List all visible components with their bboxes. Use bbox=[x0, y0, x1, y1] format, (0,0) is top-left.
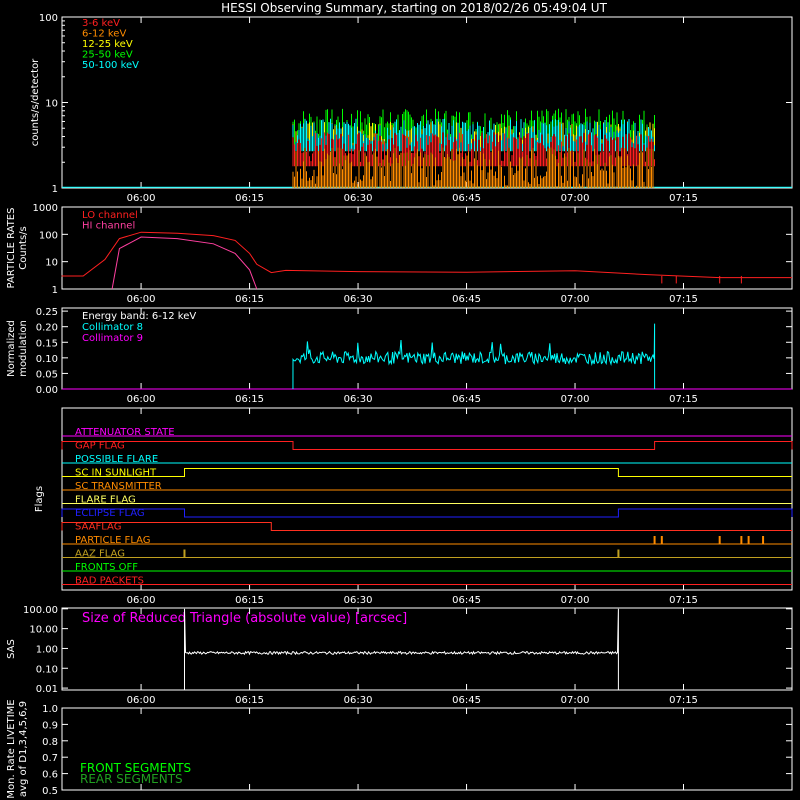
count-rates-legend-0: 3-6 keV bbox=[82, 18, 120, 29]
count-rates-xtick-label: 06:15 bbox=[235, 193, 264, 204]
flags-xtick-label: 06:45 bbox=[452, 595, 481, 606]
particle-rates-ytick-label: 10 bbox=[45, 258, 58, 269]
flags-xtick-label: 06:15 bbox=[235, 595, 264, 606]
sas-ytick-label: 0.10 bbox=[36, 664, 58, 675]
modulation-xtick-label: 07:00 bbox=[561, 394, 590, 405]
modulation-ylabel-1: Normalized bbox=[6, 320, 17, 377]
modulation-ytick-label: 0.20 bbox=[36, 323, 58, 334]
flags-xtick-label: 06:00 bbox=[127, 595, 156, 606]
sas-ytick-label: 0.01 bbox=[36, 684, 58, 695]
flags-xtick-label: 07:00 bbox=[561, 595, 590, 606]
particle-rates-xtick-label: 07:15 bbox=[669, 294, 698, 305]
modulation-legend-2: Collimator 9 bbox=[82, 333, 143, 344]
flag-label-6: ECLIPSE FLAG bbox=[75, 508, 145, 519]
particle-rates-xtick-label: 06:15 bbox=[235, 294, 264, 305]
flag-line-3 bbox=[62, 468, 792, 477]
count-rates-ytick-label: 10 bbox=[45, 99, 58, 110]
sas-ytick-label: 100.00 bbox=[23, 605, 58, 616]
livetime-ytick-label: 0.9 bbox=[42, 720, 58, 731]
page-title: HESSI Observing Summary, starting on 201… bbox=[221, 1, 607, 15]
particle-rates-frame bbox=[61, 206, 793, 290]
modulation-ytick-label: 0.00 bbox=[36, 385, 58, 396]
count-rates-legend-4: 50-100 keV bbox=[82, 60, 139, 71]
modulation-xtick-label: 06:45 bbox=[452, 394, 481, 405]
modulation-ytick-label: 0.15 bbox=[36, 338, 58, 349]
sas-xtick-label: 07:00 bbox=[561, 695, 590, 706]
flag-label-7: SAAFLAG bbox=[75, 522, 121, 533]
count-rates-legend-3: 25-50 keV bbox=[82, 50, 133, 61]
livetime-ytick-label: 0.7 bbox=[42, 753, 58, 764]
flags-xtick-label: 07:15 bbox=[669, 595, 698, 606]
sas-xtick-label: 06:00 bbox=[127, 695, 156, 706]
particle-rates-line-hi bbox=[111, 236, 258, 290]
modulation-legend-0: Energy band: 6-12 keV bbox=[82, 311, 196, 322]
particle-rates-xtick-label: 06:30 bbox=[344, 294, 373, 305]
modulation-ytick-label: 0.10 bbox=[36, 354, 58, 365]
particle-rates-ylabel-1: PARTICLE RATES bbox=[6, 208, 17, 289]
livetime-ytick-label: 0.6 bbox=[42, 770, 58, 781]
sas-annotation: Size of Reduced Triangle (absolute value… bbox=[82, 611, 407, 626]
count-rates-ytick-label: 1 bbox=[52, 184, 58, 195]
count-rates-legend-2: 12-25 keV bbox=[82, 39, 133, 50]
sas-ytick-label: 10.00 bbox=[29, 625, 58, 636]
flag-line-7 bbox=[61, 522, 792, 531]
sas-xtick-label: 06:15 bbox=[235, 695, 264, 706]
particle-rates-xtick-label: 06:00 bbox=[127, 294, 156, 305]
modulation-xtick-label: 07:15 bbox=[669, 394, 698, 405]
modulation-ytick-label: 0.05 bbox=[36, 369, 58, 380]
livetime-ytick-label: 0.5 bbox=[42, 786, 58, 797]
modulation-ytick-label: 0.25 bbox=[36, 307, 58, 318]
flag-line-1 bbox=[61, 441, 793, 450]
count-rates-ylabel: counts/s/detector bbox=[30, 58, 41, 146]
sas-xtick-label: 06:45 bbox=[452, 695, 481, 706]
count-rates-xtick-label: 07:00 bbox=[561, 193, 590, 204]
particle-rates-xtick-label: 06:45 bbox=[452, 294, 481, 305]
modulation-legend-1: Collimator 8 bbox=[82, 322, 143, 333]
livetime-ylabel-2: avg of D1,3,4,5,6,9 bbox=[18, 701, 29, 797]
particle-rates-ylabel-2: Counts/s bbox=[18, 226, 29, 270]
particle-rates-ytick-label: 100 bbox=[39, 230, 58, 241]
hessi-summary-plot: HESSI Observing Summary, starting on 201… bbox=[6, 1, 793, 799]
particle-rates-line-lo bbox=[61, 231, 792, 279]
count-rates-xtick-label: 07:15 bbox=[669, 193, 698, 204]
hessi-summary-page: HESSI Observing Summary, starting on 201… bbox=[0, 0, 800, 800]
sas-xtick-label: 06:30 bbox=[344, 695, 373, 706]
particle-rates-ytick-label: 1000 bbox=[33, 203, 58, 214]
sas-ytick-label: 1.00 bbox=[36, 644, 58, 655]
flags-ylabel: Flags bbox=[34, 486, 45, 512]
particle-rates-legend-1: HI channel bbox=[82, 221, 135, 232]
count-rates-legend-1: 6-12 keV bbox=[82, 29, 126, 40]
particle-rates-legend-0: LO channel bbox=[82, 210, 138, 221]
count-rates-xtick-label: 06:30 bbox=[344, 193, 373, 204]
count-rates-xtick-label: 06:45 bbox=[452, 193, 481, 204]
flag-line-6 bbox=[61, 508, 793, 518]
modulation-ylabel-2: modulation bbox=[18, 320, 29, 377]
count-rates-ytick-label: 100 bbox=[39, 13, 58, 24]
modulation-xtick-label: 06:15 bbox=[235, 394, 264, 405]
modulation-line-collimator8 bbox=[292, 323, 656, 390]
livetime-ytick-label: 1.0 bbox=[42, 704, 58, 715]
particle-rates-ytick-label: 1 bbox=[52, 285, 58, 296]
modulation-xtick-label: 06:30 bbox=[344, 394, 373, 405]
sas-ylabel: SAS bbox=[6, 639, 17, 659]
count-rates-series-group bbox=[292, 108, 655, 188]
particle-rates-xtick-label: 07:00 bbox=[561, 294, 590, 305]
modulation-xtick-label: 06:00 bbox=[127, 394, 156, 405]
livetime-ytick-label: 0.8 bbox=[42, 737, 58, 748]
count-rates-xtick-label: 06:00 bbox=[127, 193, 156, 204]
livetime-ylabel-1: Mon. Rate LIVETIME bbox=[6, 699, 17, 798]
livetime-legend-rear: REAR SEGMENTS bbox=[80, 772, 183, 786]
flag-label-1: GAP FLAG bbox=[75, 441, 125, 452]
flags-xtick-label: 06:30 bbox=[344, 595, 373, 606]
sas-xtick-label: 07:15 bbox=[669, 695, 698, 706]
